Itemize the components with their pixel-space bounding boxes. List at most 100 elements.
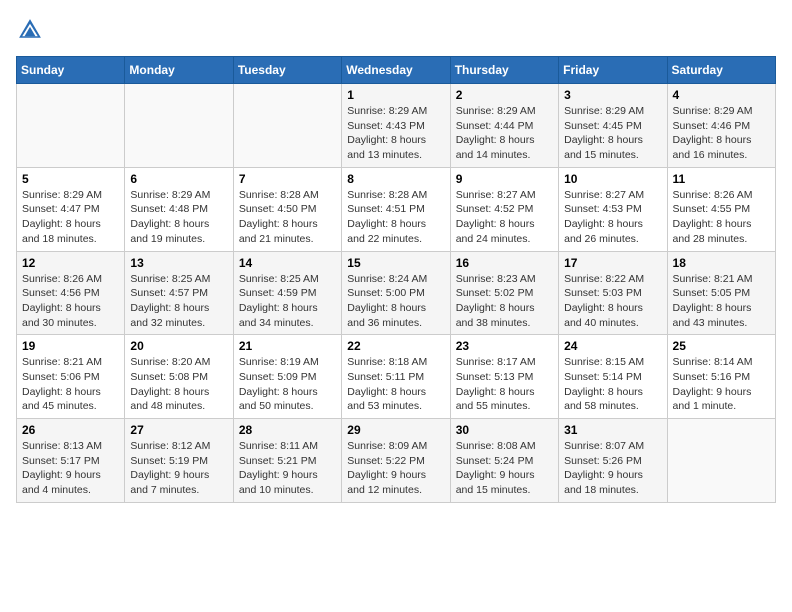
calendar-cell: 8Sunrise: 8:28 AM Sunset: 4:51 PM Daylig… <box>342 167 450 251</box>
calendar-cell: 15 Sunrise: 8:24 AM Sunset: 5:00 PM Dayli… <box>342 251 450 335</box>
day-info: Sunrise: 8:29 AM Sunset: 4:48 PM Dayligh… <box>130 188 227 247</box>
day-info: Sunrise: 8:17 AM Sunset: 5:13 PM Dayligh… <box>456 355 553 414</box>
day-header-friday: Friday <box>559 57 667 84</box>
calendar-cell: 5 Sunrise: 8:29 AM Sunset: 4:47 PM Daylig… <box>17 167 125 251</box>
calendar-cell: 13Sunrise: 8:25 AM Sunset: 4:57 PM Dayli… <box>125 251 233 335</box>
calendar-cell: 22 Sunrise: 8:18 AM Sunset: 5:11 PM Dayli… <box>342 335 450 419</box>
calendar-cell: 25 Sunrise: 8:14 AM Sunset: 5:16 PM Dayli… <box>667 335 775 419</box>
calendar-cell: 6 Sunrise: 8:29 AM Sunset: 4:48 PM Daylig… <box>125 167 233 251</box>
day-info: Sunrise: 8:29 AM Sunset: 4:46 PM Dayligh… <box>673 104 770 163</box>
day-number: 18 <box>673 256 770 270</box>
day-number: 7 <box>239 172 336 186</box>
day-number: 22 <box>347 339 444 353</box>
day-number: 21 <box>239 339 336 353</box>
day-number: 27 <box>130 423 227 437</box>
calendar-cell: 10 Sunrise: 8:27 AM Sunset: 4:53 PM Dayli… <box>559 167 667 251</box>
day-number: 16 <box>456 256 553 270</box>
day-number: 30 <box>456 423 553 437</box>
day-number: 10 <box>564 172 661 186</box>
calendar-cell <box>667 419 775 503</box>
calendar-cell: 17 Sunrise: 8:22 AM Sunset: 5:03 PM Dayli… <box>559 251 667 335</box>
day-number: 2 <box>456 88 553 102</box>
day-number: 6 <box>130 172 227 186</box>
calendar-cell: 21 Sunrise: 8:19 AM Sunset: 5:09 PM Dayli… <box>233 335 341 419</box>
day-number: 17 <box>564 256 661 270</box>
calendar-cell: 3 Sunrise: 8:29 AM Sunset: 4:45 PM Daylig… <box>559 84 667 168</box>
day-info: Sunrise: 8:09 AM Sunset: 5:22 PM Dayligh… <box>347 439 444 498</box>
calendar-cell: 14Sunrise: 8:25 AM Sunset: 4:59 PM Dayli… <box>233 251 341 335</box>
day-info: Sunrise: 8:15 AM Sunset: 5:14 PM Dayligh… <box>564 355 661 414</box>
calendar-cell: 2Sunrise: 8:29 AM Sunset: 4:44 PM Daylig… <box>450 84 558 168</box>
day-number: 11 <box>673 172 770 186</box>
calendar-cell <box>17 84 125 168</box>
day-info: Sunrise: 8:11 AM Sunset: 5:21 PM Dayligh… <box>239 439 336 498</box>
day-number: 13 <box>130 256 227 270</box>
day-number: 20 <box>130 339 227 353</box>
calendar-cell: 18 Sunrise: 8:21 AM Sunset: 5:05 PM Dayli… <box>667 251 775 335</box>
day-number: 23 <box>456 339 553 353</box>
day-number: 14 <box>239 256 336 270</box>
calendar-cell: 16 Sunrise: 8:23 AM Sunset: 5:02 PM Dayli… <box>450 251 558 335</box>
calendar-cell: 24 Sunrise: 8:15 AM Sunset: 5:14 PM Dayli… <box>559 335 667 419</box>
day-info: Sunrise: 8:29 AM Sunset: 4:43 PM Dayligh… <box>347 104 444 163</box>
day-header-wednesday: Wednesday <box>342 57 450 84</box>
day-info: Sunrise: 8:24 AM Sunset: 5:00 PM Dayligh… <box>347 272 444 331</box>
day-header-saturday: Saturday <box>667 57 775 84</box>
day-number: 25 <box>673 339 770 353</box>
day-info: Sunrise: 8:08 AM Sunset: 5:24 PM Dayligh… <box>456 439 553 498</box>
day-info: Sunrise: 8:22 AM Sunset: 5:03 PM Dayligh… <box>564 272 661 331</box>
day-number: 19 <box>22 339 119 353</box>
day-info: Sunrise: 8:12 AM Sunset: 5:19 PM Dayligh… <box>130 439 227 498</box>
day-info: Sunrise: 8:23 AM Sunset: 5:02 PM Dayligh… <box>456 272 553 331</box>
day-number: 28 <box>239 423 336 437</box>
day-number: 1 <box>347 88 444 102</box>
calendar-cell: 12 Sunrise: 8:26 AM Sunset: 4:56 PM Dayli… <box>17 251 125 335</box>
day-number: 31 <box>564 423 661 437</box>
day-number: 15 <box>347 256 444 270</box>
day-number: 3 <box>564 88 661 102</box>
day-number: 29 <box>347 423 444 437</box>
day-info: Sunrise: 8:27 AM Sunset: 4:53 PM Dayligh… <box>564 188 661 247</box>
day-info: Sunrise: 8:13 AM Sunset: 5:17 PM Dayligh… <box>22 439 119 498</box>
day-info: Sunrise: 8:26 AM Sunset: 4:55 PM Dayligh… <box>673 188 770 247</box>
page-header <box>16 16 776 44</box>
day-header-sunday: Sunday <box>17 57 125 84</box>
day-info: Sunrise: 8:21 AM Sunset: 5:06 PM Dayligh… <box>22 355 119 414</box>
day-header-tuesday: Tuesday <box>233 57 341 84</box>
calendar-cell: 27 Sunrise: 8:12 AM Sunset: 5:19 PM Dayli… <box>125 419 233 503</box>
calendar-cell: 19 Sunrise: 8:21 AM Sunset: 5:06 PM Dayli… <box>17 335 125 419</box>
calendar-cell <box>233 84 341 168</box>
calendar-table: SundayMondayTuesdayWednesdayThursdayFrid… <box>16 56 776 503</box>
day-info: Sunrise: 8:28 AM Sunset: 4:50 PM Dayligh… <box>239 188 336 247</box>
day-info: Sunrise: 8:28 AM Sunset: 4:51 PM Dayligh… <box>347 188 444 247</box>
logo <box>16 16 48 44</box>
day-number: 9 <box>456 172 553 186</box>
day-info: Sunrise: 8:14 AM Sunset: 5:16 PM Dayligh… <box>673 355 770 414</box>
calendar-cell: 30 Sunrise: 8:08 AM Sunset: 5:24 PM Dayli… <box>450 419 558 503</box>
day-number: 5 <box>22 172 119 186</box>
calendar-cell: 9 Sunrise: 8:27 AM Sunset: 4:52 PM Daylig… <box>450 167 558 251</box>
day-info: Sunrise: 8:29 AM Sunset: 4:47 PM Dayligh… <box>22 188 119 247</box>
day-number: 24 <box>564 339 661 353</box>
day-info: Sunrise: 8:07 AM Sunset: 5:26 PM Dayligh… <box>564 439 661 498</box>
day-number: 4 <box>673 88 770 102</box>
day-info: Sunrise: 8:26 AM Sunset: 4:56 PM Dayligh… <box>22 272 119 331</box>
calendar-cell: 20Sunrise: 8:20 AM Sunset: 5:08 PM Dayli… <box>125 335 233 419</box>
calendar-cell: 4 Sunrise: 8:29 AM Sunset: 4:46 PM Daylig… <box>667 84 775 168</box>
day-info: Sunrise: 8:21 AM Sunset: 5:05 PM Dayligh… <box>673 272 770 331</box>
day-header-monday: Monday <box>125 57 233 84</box>
day-info: Sunrise: 8:27 AM Sunset: 4:52 PM Dayligh… <box>456 188 553 247</box>
calendar-cell <box>125 84 233 168</box>
day-number: 12 <box>22 256 119 270</box>
day-info: Sunrise: 8:19 AM Sunset: 5:09 PM Dayligh… <box>239 355 336 414</box>
calendar-cell: 26Sunrise: 8:13 AM Sunset: 5:17 PM Dayli… <box>17 419 125 503</box>
calendar-cell: 29 Sunrise: 8:09 AM Sunset: 5:22 PM Dayli… <box>342 419 450 503</box>
day-info: Sunrise: 8:18 AM Sunset: 5:11 PM Dayligh… <box>347 355 444 414</box>
calendar-cell: 1 Sunrise: 8:29 AM Sunset: 4:43 PM Daylig… <box>342 84 450 168</box>
calendar-cell: 23 Sunrise: 8:17 AM Sunset: 5:13 PM Dayli… <box>450 335 558 419</box>
day-info: Sunrise: 8:29 AM Sunset: 4:45 PM Dayligh… <box>564 104 661 163</box>
calendar-cell: 28 Sunrise: 8:11 AM Sunset: 5:21 PM Dayli… <box>233 419 341 503</box>
calendar-cell: 11 Sunrise: 8:26 AM Sunset: 4:55 PM Dayli… <box>667 167 775 251</box>
logo-icon <box>16 16 44 44</box>
calendar-cell: 7 Sunrise: 8:28 AM Sunset: 4:50 PM Daylig… <box>233 167 341 251</box>
